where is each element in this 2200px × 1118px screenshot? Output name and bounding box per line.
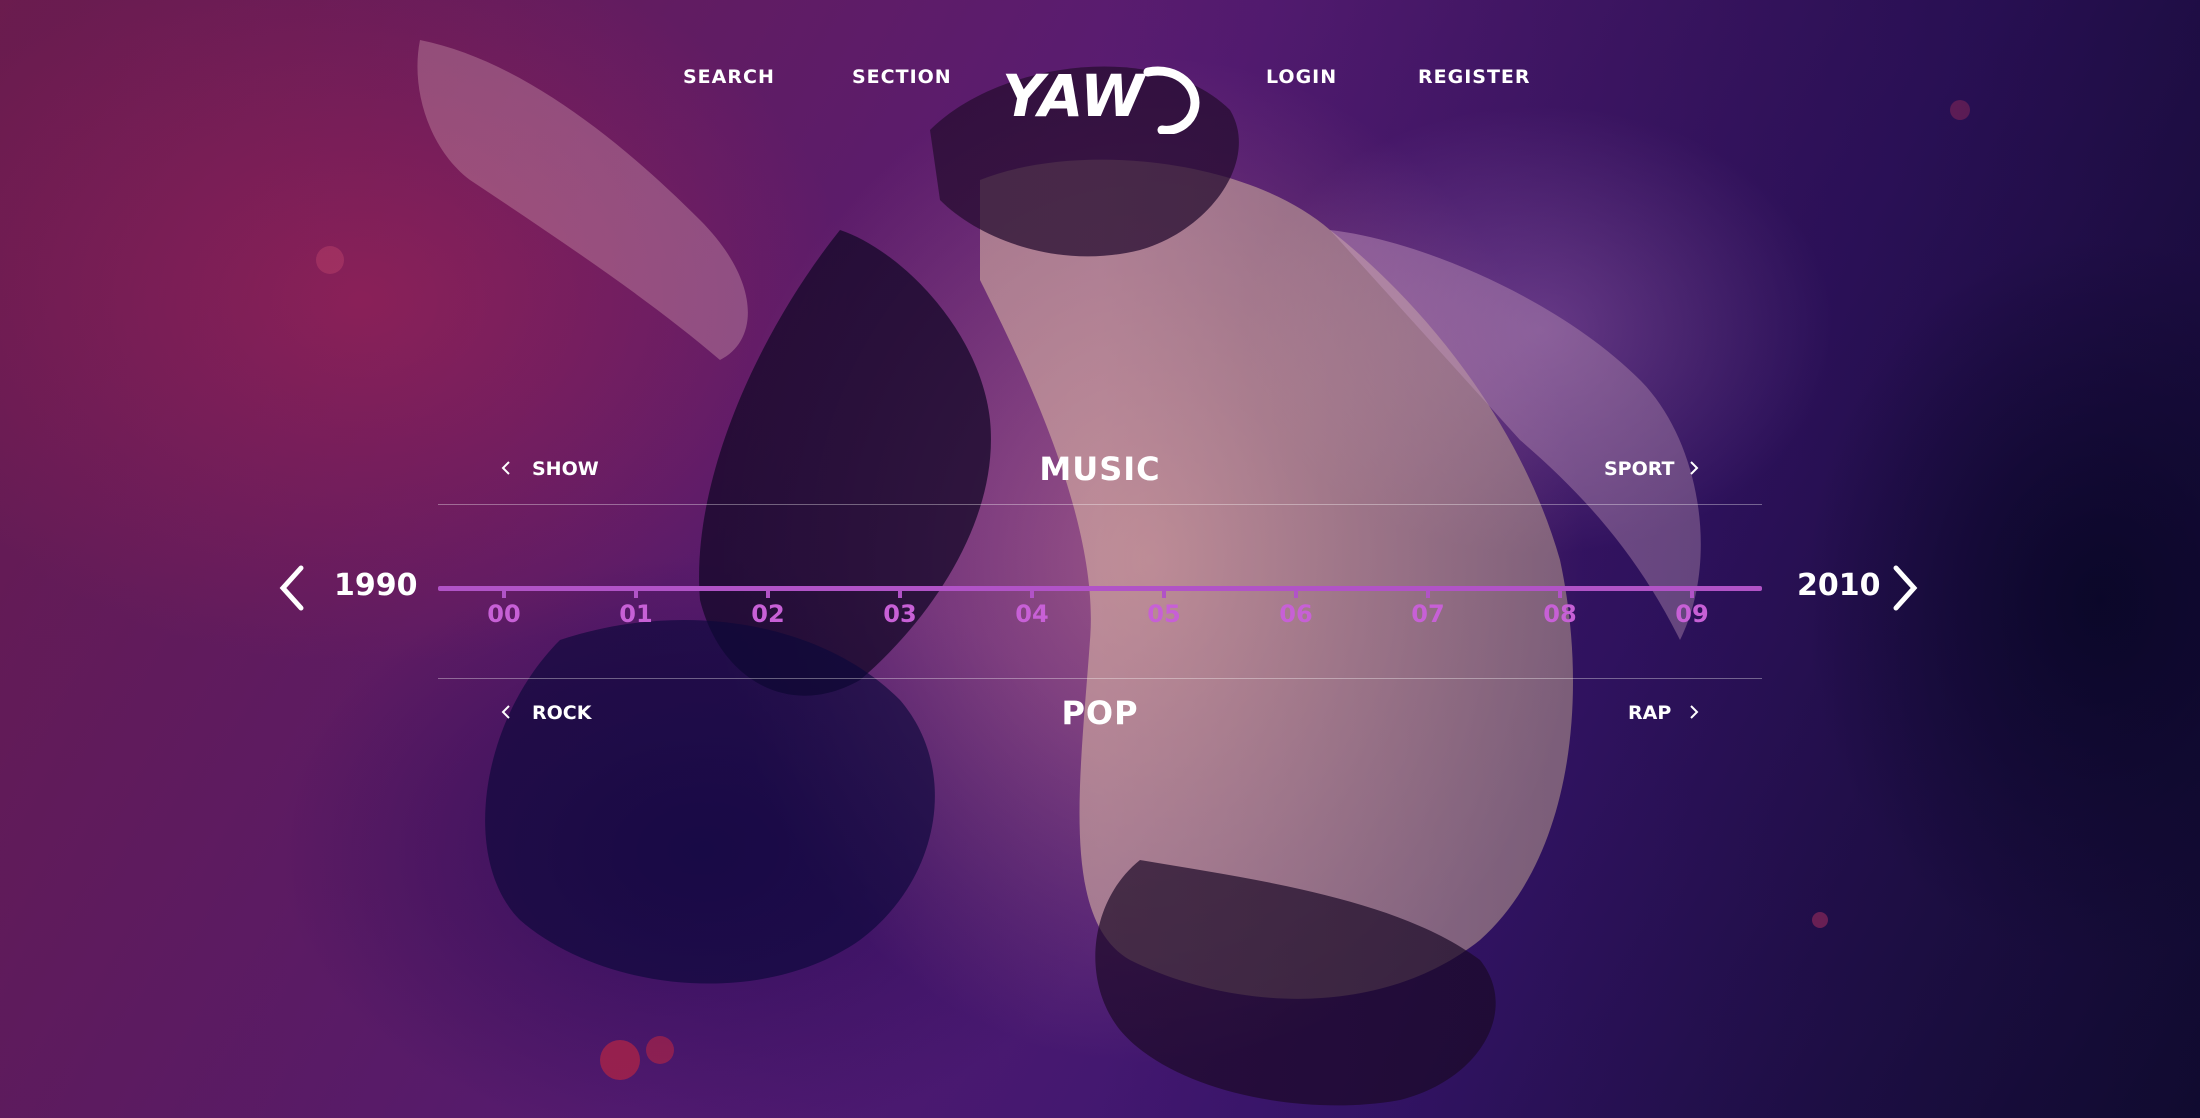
arrow-right-icon[interactable] (1890, 564, 1920, 612)
timeline-tick-label[interactable]: 01 (606, 600, 666, 628)
category-current-pop: POP (1061, 694, 1139, 732)
timeline-tick (1558, 586, 1562, 598)
timeline-tick-label[interactable]: 03 (870, 600, 930, 628)
timeline-tick (634, 586, 638, 598)
logo-swoosh-icon (1143, 66, 1200, 134)
timeline-tick-label[interactable]: 02 (738, 600, 798, 628)
timeline-tick-label[interactable]: 09 (1662, 600, 1722, 628)
category-row-bottom: ROCK POP RAP (438, 694, 1762, 734)
timeline-tick (1690, 586, 1694, 598)
category-next-sport[interactable]: SPORT (1604, 458, 1675, 480)
timeline-tick-label[interactable]: 08 (1530, 600, 1590, 628)
timeline-end-year: 2010 (1797, 568, 1881, 603)
timeline-tick-label[interactable]: 07 (1398, 600, 1458, 628)
timeline-tick-label[interactable]: 05 (1134, 600, 1194, 628)
nav-register-link[interactable]: REGISTER (1418, 66, 1531, 88)
nav-login-link[interactable]: LOGIN (1266, 66, 1337, 88)
timeline-tick (1426, 586, 1430, 598)
divider-bottom (438, 678, 1762, 679)
chevron-right-icon[interactable] (1688, 703, 1700, 721)
timeline-tick (502, 586, 506, 598)
timeline-tick (1162, 586, 1166, 598)
logo[interactable]: YAW (998, 58, 1202, 134)
background-overlay (0, 0, 2200, 1118)
timeline-tick-label[interactable]: 00 (474, 600, 534, 628)
timeline-start-year: 1990 (334, 568, 418, 603)
timeline-tick (1294, 586, 1298, 598)
arrow-left-icon[interactable] (277, 564, 307, 612)
divider-top (438, 504, 1762, 505)
timeline-tick (898, 586, 902, 598)
timeline-tick-label[interactable]: 04 (1002, 600, 1062, 628)
chevron-right-icon[interactable] (1688, 459, 1700, 477)
timeline-tick (1030, 586, 1034, 598)
category-next-rap[interactable]: RAP (1628, 702, 1671, 724)
timeline-tick-label[interactable]: 06 (1266, 600, 1326, 628)
category-row-top: SHOW MUSIC SPORT (438, 450, 1762, 490)
nav-section-link[interactable]: SECTION (852, 66, 952, 88)
timeline-tick (766, 586, 770, 598)
category-current-music: MUSIC (1039, 450, 1161, 488)
header-nav: SEARCH SECTION YAW LOGIN REGISTER (0, 28, 2200, 134)
timeline-ticks: 00 01 02 03 04 05 06 07 08 09 (438, 586, 1762, 646)
nav-search-link[interactable]: SEARCH (683, 66, 775, 88)
logo-text: YAW (1002, 62, 1147, 130)
